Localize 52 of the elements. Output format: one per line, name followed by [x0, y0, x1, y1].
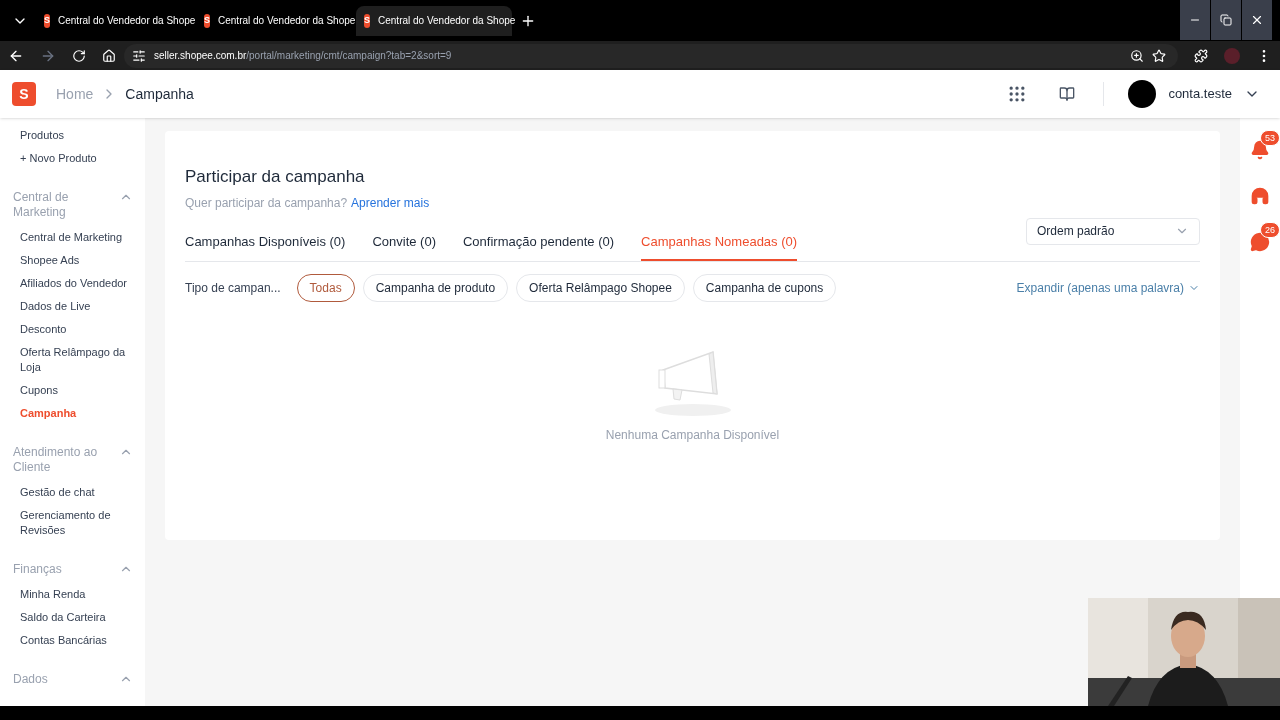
bookmark-star-icon[interactable]: [1152, 48, 1166, 63]
sidebar-item[interactable]: + Novo Produto: [13, 147, 133, 170]
shop-bag-icon: S: [204, 13, 210, 28]
extensions-icon[interactable]: [1194, 48, 1208, 63]
sidebar-item[interactable]: Central de Marketing: [13, 226, 133, 249]
sidebar-item[interactable]: Produtos: [13, 124, 133, 147]
tab-title: Central do Vendedor da Shope: [218, 14, 356, 28]
notification-badge: 53: [1260, 130, 1280, 146]
sidebar-item[interactable]: Afiliados do Vendedor: [13, 272, 133, 295]
subtitle: Quer participar da campanha?: [185, 194, 348, 212]
zoom-icon[interactable]: [1130, 48, 1144, 63]
sort-dropdown[interactable]: Ordem padrão: [1026, 217, 1200, 245]
sidebar-item[interactable]: Gestão de chat: [13, 481, 133, 504]
empty-state-text: Nenhuma Campanha Disponível: [605, 426, 780, 444]
notification-badge: 26: [1260, 222, 1280, 238]
account-name[interactable]: conta.teste: [1168, 84, 1232, 104]
home-icon[interactable]: [102, 48, 116, 63]
sidebar-item[interactable]: Campanha: [13, 402, 133, 425]
reload-icon[interactable]: [72, 48, 86, 63]
close-icon: [1250, 13, 1264, 27]
chat-icon[interactable]: [1250, 232, 1270, 252]
shop-bag-icon: S: [12, 82, 36, 106]
url-text: seller.shopee.com.br/portal/marketing/cmt/campaign?tab=2&sort=9: [154, 49, 453, 63]
sidebar-item[interactable]: Oferta Relâmpago da Loja: [13, 341, 133, 379]
campaign-tab[interactable]: Confirmação pendente (0): [463, 224, 614, 261]
sidebar-item[interactable]: Dados de Live: [13, 295, 133, 318]
breadcrumb-item: Campanha: [125, 84, 194, 104]
avatar[interactable]: [1128, 80, 1157, 108]
sidebar-item[interactable]: Contas Bancárias: [13, 629, 133, 652]
book-icon[interactable]: [1059, 86, 1076, 102]
learn-more-link[interactable]: Aprender mais: [351, 193, 430, 212]
bell-icon[interactable]: [1250, 140, 1270, 160]
campaign-tab[interactable]: Convite (0): [372, 224, 436, 261]
sidebar-item[interactable]: Gerenciamento de Revisões: [13, 504, 133, 542]
restore-button[interactable]: [1211, 0, 1241, 40]
card-title: Participar da campanha: [185, 166, 366, 188]
shop-bag-icon: S: [44, 13, 50, 28]
filter-label: Tipo de campan...: [185, 279, 281, 297]
expand-link[interactable]: Expandir (apenas uma palavra): [1016, 278, 1200, 297]
sidebar-item[interactable]: Shopee Ads: [13, 249, 133, 272]
restore-icon: [1220, 14, 1232, 26]
shop-bag-icon: S: [364, 13, 370, 28]
sidebar-item[interactable]: Saldo da Carteira: [13, 606, 133, 629]
tab-title: Central do Vendedor da Shope: [58, 14, 196, 28]
address-bar[interactable]: seller.shopee.com.br/portal/marketing/cmt/campaign?tab=2&sort=9: [124, 43, 1178, 68]
sidebar-item[interactable]: Cupons: [13, 379, 133, 402]
sidebar-item[interactable]: Desconto: [13, 318, 133, 341]
campaign-tab[interactable]: Campanhas Disponíveis (0): [185, 224, 346, 261]
close-window-button[interactable]: [1242, 0, 1272, 40]
sidebar-item[interactable]: Minha Renda: [13, 583, 133, 606]
site-settings-icon[interactable]: [132, 48, 146, 63]
campaign-tab[interactable]: Campanhas Nomeadas (0): [641, 224, 798, 261]
